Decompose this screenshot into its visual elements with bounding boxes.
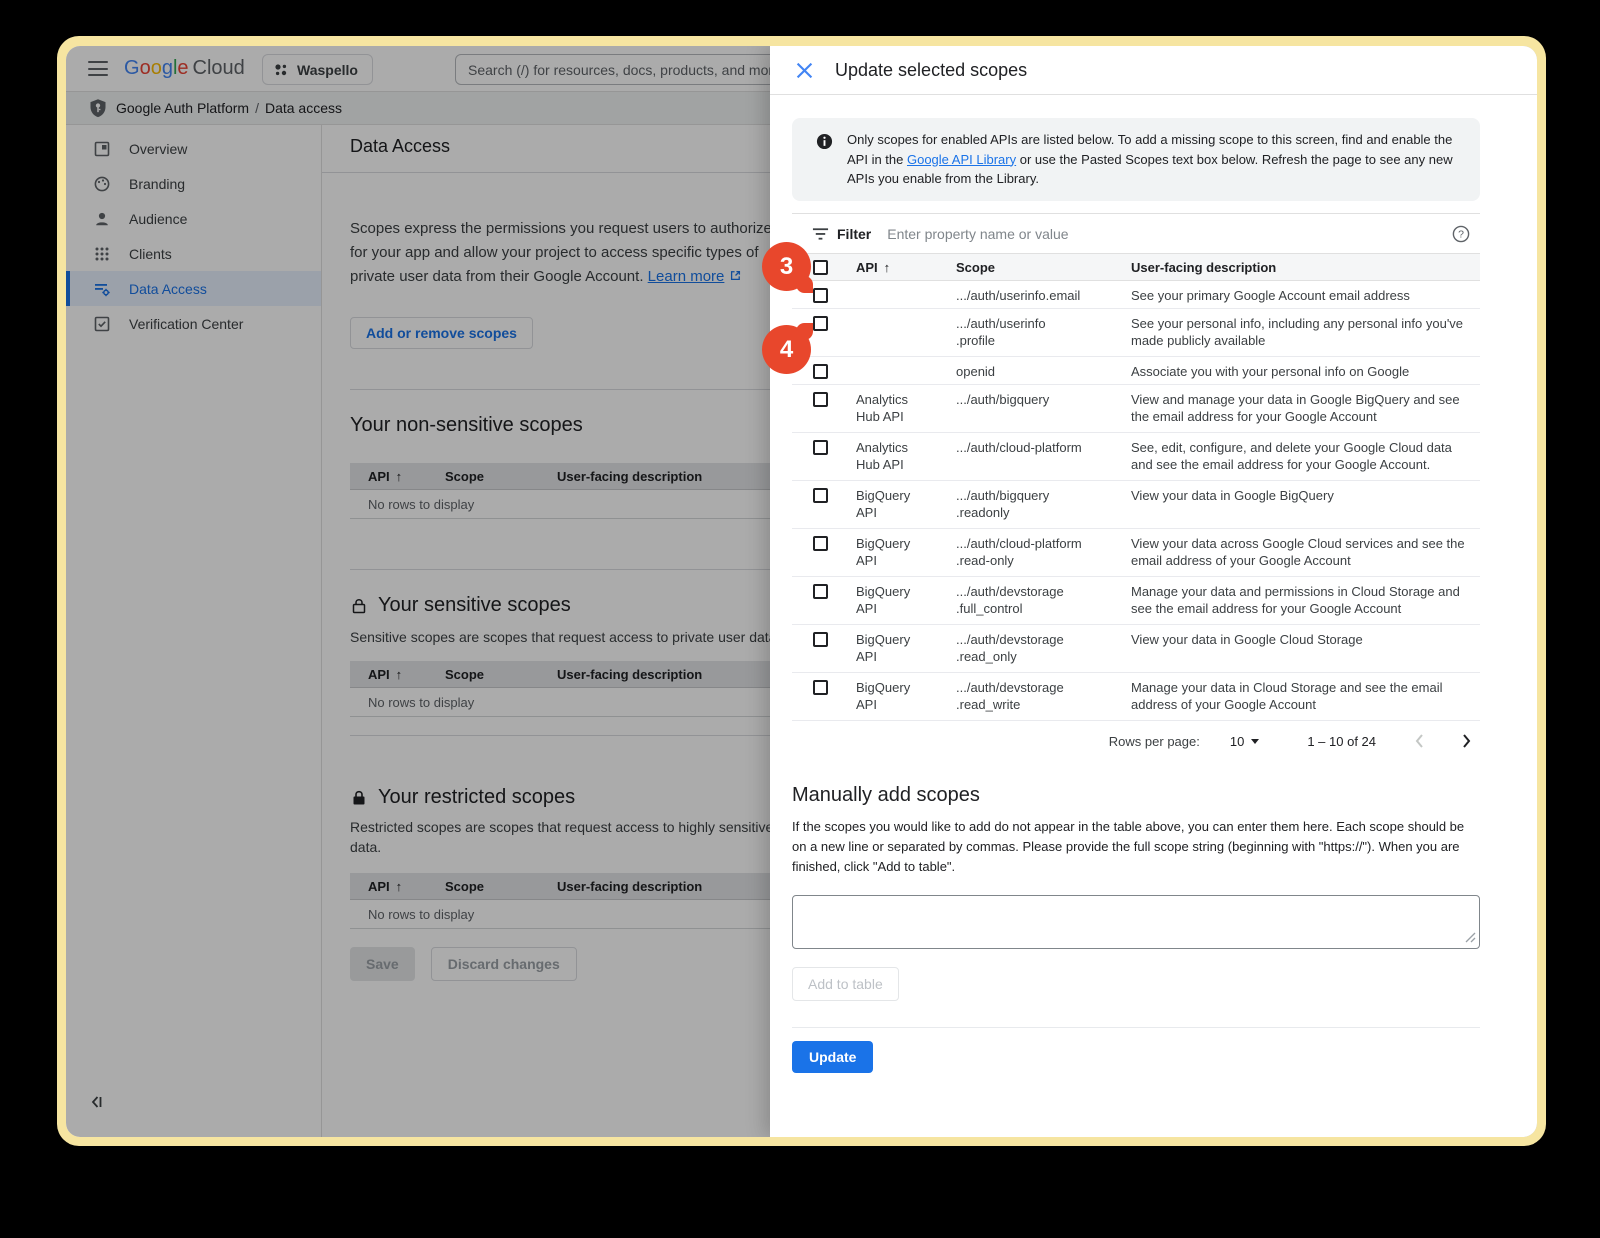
add-to-table-button[interactable]: Add to table bbox=[792, 967, 899, 1001]
row-api: BigQuery API bbox=[856, 529, 956, 569]
row-checkbox[interactable] bbox=[813, 488, 828, 503]
row-description: View your data in Google BigQuery bbox=[1131, 481, 1480, 504]
scope-table-row: .../auth/userinfo .profileSee your perso… bbox=[792, 309, 1480, 357]
row-scope: .../auth/devstorage .full_control bbox=[956, 577, 1131, 617]
scope-table-row: Analytics Hub API.../auth/bigqueryView a… bbox=[792, 385, 1480, 433]
row-scope: .../auth/cloud-platform .read-only bbox=[956, 529, 1131, 569]
panel-title: Update selected scopes bbox=[835, 60, 1027, 81]
update-scopes-panel: Update selected scopes Only scopes for e… bbox=[770, 46, 1537, 1137]
rows-per-page-select[interactable]: 10 bbox=[1230, 734, 1259, 749]
divider bbox=[792, 1027, 1480, 1028]
pagination-range: 1 – 10 of 24 bbox=[1307, 734, 1376, 749]
row-api: BigQuery API bbox=[856, 577, 956, 617]
row-api bbox=[856, 357, 956, 363]
row-description: See your personal info, including any pe… bbox=[1131, 309, 1480, 349]
dropdown-caret-icon bbox=[1251, 739, 1259, 744]
filter-label: Filter bbox=[837, 226, 871, 242]
row-api: Analytics Hub API bbox=[856, 385, 956, 425]
google-api-library-link[interactable]: Google API Library bbox=[907, 152, 1016, 167]
row-description: Associate you with your personal info on… bbox=[1131, 357, 1480, 380]
row-description: View and manage your data in Google BigQ… bbox=[1131, 385, 1480, 425]
close-icon[interactable] bbox=[796, 62, 813, 79]
row-api: Analytics Hub API bbox=[856, 433, 956, 473]
filter-bar: Filter ? bbox=[792, 213, 1480, 253]
svg-text:?: ? bbox=[1458, 228, 1464, 240]
row-description: Manage your data in Cloud Storage and se… bbox=[1131, 673, 1480, 713]
scope-table-row: BigQuery API.../auth/devstorage .read_on… bbox=[792, 625, 1480, 673]
manual-add-description: If the scopes you would like to add do n… bbox=[792, 817, 1480, 877]
previous-page-button[interactable] bbox=[1414, 733, 1424, 749]
manually-add-scopes-section: Manually add scopes If the scopes you wo… bbox=[792, 784, 1480, 1073]
row-description: View your data in Google Cloud Storage bbox=[1131, 625, 1480, 648]
table-header-row: API↑ Scope User-facing description bbox=[792, 253, 1480, 281]
row-scope: .../auth/bigquery bbox=[956, 385, 1131, 408]
row-checkbox[interactable] bbox=[813, 536, 828, 551]
info-icon bbox=[816, 133, 833, 150]
row-checkbox[interactable] bbox=[813, 288, 828, 303]
row-scope: .../auth/cloud-platform bbox=[956, 433, 1131, 456]
row-description: See your primary Google Account email ad… bbox=[1131, 281, 1480, 304]
row-api bbox=[856, 281, 956, 287]
filter-input[interactable] bbox=[887, 226, 1432, 242]
annotation-badge-4: 4 bbox=[762, 325, 811, 374]
scope-table-row: Analytics Hub API.../auth/cloud-platform… bbox=[792, 433, 1480, 481]
manual-add-title: Manually add scopes bbox=[792, 784, 1480, 807]
row-scope: .../auth/bigquery .readonly bbox=[956, 481, 1131, 521]
scope-table-row: BigQuery API.../auth/bigquery .readonlyV… bbox=[792, 481, 1480, 529]
row-checkbox[interactable] bbox=[813, 632, 828, 647]
row-description: See, edit, configure, and delete your Go… bbox=[1131, 433, 1480, 473]
row-checkbox[interactable] bbox=[813, 364, 828, 379]
row-api: BigQuery API bbox=[856, 673, 956, 713]
info-banner: Only scopes for enabled APIs are listed … bbox=[792, 118, 1480, 201]
row-checkbox[interactable] bbox=[813, 392, 828, 407]
select-all-checkbox[interactable] bbox=[813, 260, 828, 275]
sort-ascending-icon[interactable]: ↑ bbox=[884, 260, 891, 275]
next-page-button[interactable] bbox=[1462, 733, 1472, 749]
pagination-bar: Rows per page: 10 1 – 10 of 24 bbox=[792, 721, 1480, 761]
row-description: Manage your data and permissions in Clou… bbox=[1131, 577, 1480, 617]
update-button[interactable]: Update bbox=[792, 1041, 873, 1073]
row-checkbox[interactable] bbox=[813, 584, 828, 599]
row-checkbox[interactable] bbox=[813, 440, 828, 455]
scope-table-row: .../auth/userinfo.emailSee your primary … bbox=[792, 281, 1480, 309]
row-api: BigQuery API bbox=[856, 625, 956, 665]
row-checkbox[interactable] bbox=[813, 316, 828, 331]
filter-icon bbox=[812, 227, 829, 241]
row-scope: openid bbox=[956, 357, 1131, 380]
app-window: GoogleCloud Waspello Google Auth Platfor… bbox=[66, 46, 1537, 1137]
row-scope: .../auth/devstorage .read_write bbox=[956, 673, 1131, 713]
scope-table-row: BigQuery API.../auth/devstorage .read_wr… bbox=[792, 673, 1480, 721]
rows-per-page-label: Rows per page: bbox=[1109, 734, 1200, 749]
row-scope: .../auth/userinfo.email bbox=[956, 281, 1131, 304]
row-api bbox=[856, 309, 956, 315]
row-checkbox[interactable] bbox=[813, 680, 828, 695]
table-body: .../auth/userinfo.emailSee your primary … bbox=[792, 281, 1480, 721]
scope-table-row: BigQuery API.../auth/devstorage .full_co… bbox=[792, 577, 1480, 625]
row-scope: .../auth/userinfo .profile bbox=[956, 309, 1131, 349]
scope-table-row: openidAssociate you with your personal i… bbox=[792, 357, 1480, 385]
row-api: BigQuery API bbox=[856, 481, 956, 521]
help-icon[interactable]: ? bbox=[1432, 225, 1470, 243]
scope-table-row: BigQuery API.../auth/cloud-platform .rea… bbox=[792, 529, 1480, 577]
manual-scopes-textarea[interactable] bbox=[792, 895, 1480, 949]
annotation-badge-3: 3 bbox=[762, 242, 811, 291]
scopes-table: Filter ? API↑ Scope User-facing descript… bbox=[792, 213, 1480, 761]
row-scope: .../auth/devstorage .read_only bbox=[956, 625, 1131, 665]
panel-header: Update selected scopes bbox=[770, 46, 1537, 95]
row-description: View your data across Google Cloud servi… bbox=[1131, 529, 1480, 569]
